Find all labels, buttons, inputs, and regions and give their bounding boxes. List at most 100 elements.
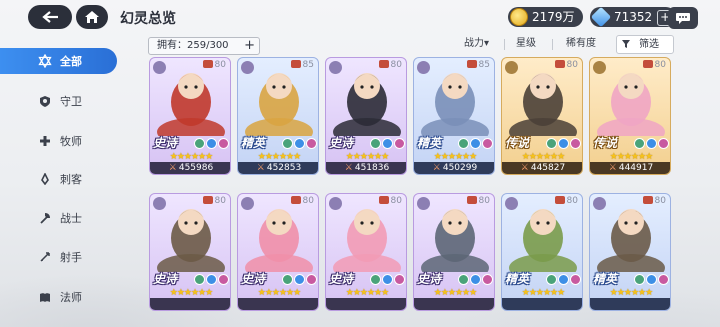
back-button[interactable] bbox=[28, 5, 72, 29]
star-rating-icon: ★★★★★★ bbox=[521, 288, 565, 298]
filter-button[interactable]: 筛选 bbox=[616, 35, 674, 54]
crossed-swords-icon: ⚔ bbox=[344, 163, 353, 173]
gem-amount: 71352 bbox=[614, 10, 653, 24]
sidebar-item-label: 法师 bbox=[60, 291, 82, 304]
spirit-card[interactable]: 80 精英 ★★★★★★ bbox=[501, 193, 583, 311]
star-rating-icon: ★★★★★★ bbox=[609, 288, 653, 298]
spellbook-icon bbox=[38, 290, 52, 304]
sort-filter-bar: 战力▾ 星级 稀有度 筛选 bbox=[456, 35, 676, 54]
level-value: 85 bbox=[302, 60, 314, 70]
sort-by-star[interactable]: 星级 bbox=[516, 36, 536, 52]
skill-rune-icon bbox=[482, 274, 493, 285]
skill-rune-icon bbox=[482, 138, 493, 149]
level-value: 80 bbox=[566, 60, 578, 70]
skill-rune-icon bbox=[634, 274, 645, 285]
owned-count-box[interactable]: 拥有：259/300 + bbox=[148, 37, 260, 55]
skill-rune-icon bbox=[546, 138, 557, 149]
spirit-card[interactable]: 85 精英 ★★★★★★ ⚔ 450299 bbox=[413, 57, 495, 175]
top-bar: 幻灵总览 2179万 71352 + bbox=[0, 0, 720, 34]
skill-rune-icon bbox=[634, 138, 645, 149]
power-value: 450299 bbox=[442, 163, 478, 173]
spirit-card[interactable]: 80 传说 ★★★★★★ ⚔ 445827 bbox=[501, 57, 583, 175]
cross-icon bbox=[38, 134, 52, 148]
power-value: 455986 bbox=[178, 163, 214, 173]
level-label: 80 bbox=[554, 196, 578, 206]
level-label: 85 bbox=[290, 60, 314, 70]
star-rating-icon: ★★★★★★ bbox=[345, 288, 389, 298]
sidebar-item-label: 守卫 bbox=[60, 95, 82, 108]
skill-rune-icon bbox=[458, 274, 469, 285]
sidebar-item-archer[interactable]: 射手 bbox=[0, 244, 120, 270]
level-label: 80 bbox=[378, 196, 402, 206]
spirit-card[interactable]: 80 史诗 ★★★★★★ ⚔ 451836 bbox=[325, 57, 407, 175]
spirit-card[interactable]: 80 精英 ★★★★★★ bbox=[589, 193, 671, 311]
sidebar-item-all[interactable]: 全部 bbox=[0, 48, 117, 74]
level-bar-icon bbox=[290, 196, 301, 204]
class-badge-icon bbox=[241, 197, 254, 210]
shield-icon bbox=[38, 94, 52, 108]
skill-rune-icon bbox=[570, 138, 581, 149]
rarity-label: 史诗 bbox=[329, 272, 354, 286]
spirit-card[interactable]: 80 史诗 ★★★★★★ bbox=[325, 193, 407, 311]
sidebar-item-priest[interactable]: 牧师 bbox=[0, 128, 120, 154]
level-value: 80 bbox=[390, 60, 402, 70]
dagger-icon bbox=[38, 172, 52, 186]
rarity-label: 精英 bbox=[241, 136, 266, 150]
class-badge-icon bbox=[153, 197, 166, 210]
sidebar-item-warrior[interactable]: 战士 bbox=[0, 205, 120, 231]
skill-rune-icon bbox=[470, 138, 481, 149]
level-label: 80 bbox=[642, 60, 666, 70]
sidebar-item-label: 全部 bbox=[60, 55, 82, 68]
level-value: 80 bbox=[654, 60, 666, 70]
sidebar-item-label: 战士 bbox=[60, 212, 82, 225]
class-badge-icon bbox=[329, 197, 342, 210]
level-value: 80 bbox=[214, 60, 226, 70]
spirit-card[interactable]: 85 精英 ★★★★★★ ⚔ 452853 bbox=[237, 57, 319, 175]
sidebar-item-assassin[interactable]: 刺客 bbox=[0, 166, 120, 192]
star-rating-icon: ★★★★★★ bbox=[257, 152, 301, 162]
star-rating-icon: ★★★★★★ bbox=[433, 288, 477, 298]
rarity-label: 精英 bbox=[417, 136, 442, 150]
spirit-card[interactable]: 80 史诗 ★★★★★★ bbox=[413, 193, 495, 311]
level-label: 85 bbox=[466, 60, 490, 70]
level-label: 80 bbox=[290, 196, 314, 206]
skill-rune-icon bbox=[458, 138, 469, 149]
sidebar-item-mage[interactable]: 法师 bbox=[0, 284, 120, 310]
level-bar-icon bbox=[642, 60, 653, 68]
skill-rune-icon bbox=[546, 274, 557, 285]
skill-rune-icon bbox=[646, 274, 657, 285]
gold-counter: 2179万 bbox=[508, 7, 583, 27]
spirit-card[interactable]: 80 史诗 ★★★★★★ ⚔ 455986 bbox=[149, 57, 231, 175]
star-rating-icon: ★★★★★★ bbox=[521, 152, 565, 162]
sort-by-power[interactable]: 战力▾ bbox=[464, 36, 489, 52]
class-badge-icon bbox=[417, 61, 430, 74]
level-bar-icon bbox=[202, 196, 213, 204]
page-title: 幻灵总览 bbox=[120, 11, 176, 27]
level-bar-icon bbox=[642, 196, 653, 204]
skill-rune-icon bbox=[382, 138, 393, 149]
sidebar-item-label: 刺客 bbox=[60, 173, 82, 186]
power-value: 452853 bbox=[266, 163, 302, 173]
power-value: 451836 bbox=[354, 163, 390, 173]
sidebar-item-guard[interactable]: 守卫 bbox=[0, 88, 120, 114]
home-button[interactable] bbox=[76, 5, 108, 29]
sort-by-rarity[interactable]: 稀有度 bbox=[566, 36, 596, 52]
owned-count: 拥有：259/300 bbox=[157, 40, 229, 51]
skill-rune-icon bbox=[282, 138, 293, 149]
level-bar-icon bbox=[290, 60, 301, 68]
gold-coin-icon bbox=[510, 8, 528, 26]
crossed-swords-icon: ⚔ bbox=[608, 163, 617, 173]
gold-amount: 2179万 bbox=[532, 10, 575, 24]
star-rating-icon: ★★★★★★ bbox=[345, 152, 389, 162]
expand-capacity-icon[interactable]: + bbox=[244, 38, 255, 53]
power-bar: ⚔ 451836 bbox=[326, 162, 406, 174]
skill-rune-icon bbox=[282, 274, 293, 285]
spirit-card[interactable]: 80 传说 ★★★★★★ ⚔ 444917 bbox=[589, 57, 671, 175]
spirit-card[interactable]: 80 史诗 ★★★★★★ bbox=[149, 193, 231, 311]
power-bar bbox=[150, 298, 230, 310]
spirit-card[interactable]: 80 史诗 ★★★★★★ bbox=[237, 193, 319, 311]
skill-rune-icon bbox=[658, 138, 669, 149]
chat-button[interactable] bbox=[668, 7, 698, 29]
class-badge-icon bbox=[505, 197, 518, 210]
skill-rune-icon bbox=[370, 138, 381, 149]
